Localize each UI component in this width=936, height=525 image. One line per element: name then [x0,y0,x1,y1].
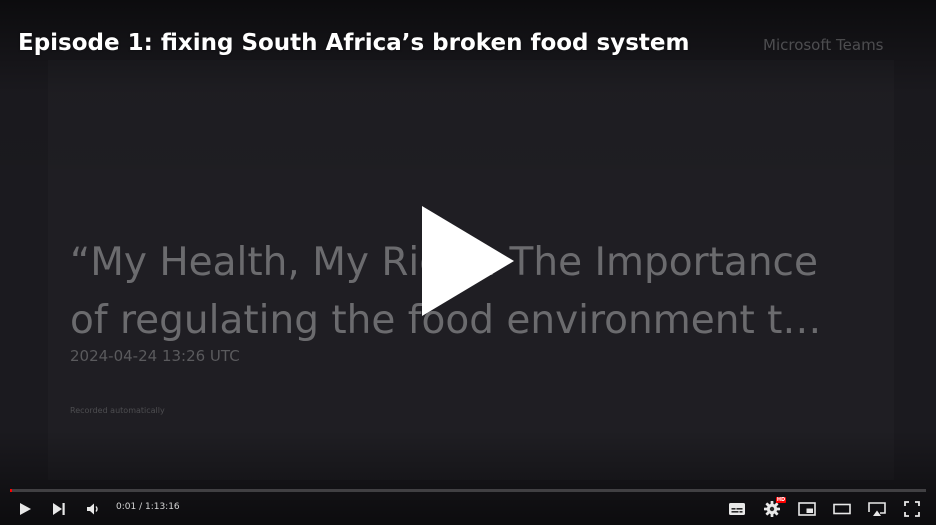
recorded-note: Recorded automatically [70,406,165,415]
subtitles-button[interactable] [725,497,749,521]
next-icon [53,503,65,515]
progress-fill [10,489,12,492]
player-controls: 0:01 / 1:13:16 HD [0,493,936,525]
hd-badge: HD [776,497,786,503]
video-player[interactable]: Microsoft Teams “My Health, My Right: Th… [0,0,936,525]
fullscreen-button[interactable] [900,497,924,521]
cast-icon [868,502,886,516]
microsoft-teams-watermark: Microsoft Teams [763,36,884,54]
miniplayer-icon [798,502,816,516]
subtitles-icon [729,503,745,515]
next-button[interactable] [48,497,70,521]
big-play-button[interactable] [408,198,528,324]
play-button[interactable] [14,497,36,521]
theater-mode-button[interactable] [830,497,854,521]
play-icon [20,503,31,515]
miniplayer-button[interactable] [795,497,819,521]
play-icon [422,206,514,316]
progress-bar[interactable] [10,489,926,492]
time-display: 0:01 / 1:13:16 [116,502,180,512]
volume-button[interactable] [82,497,104,521]
video-title[interactable]: Episode 1: fixing South Africa’s broken … [18,30,689,56]
fullscreen-icon [904,501,920,517]
theater-mode-icon [833,503,851,515]
meeting-date: 2024-04-24 13:26 UTC [70,347,240,365]
cast-button[interactable] [865,497,889,521]
volume-icon [87,503,98,515]
